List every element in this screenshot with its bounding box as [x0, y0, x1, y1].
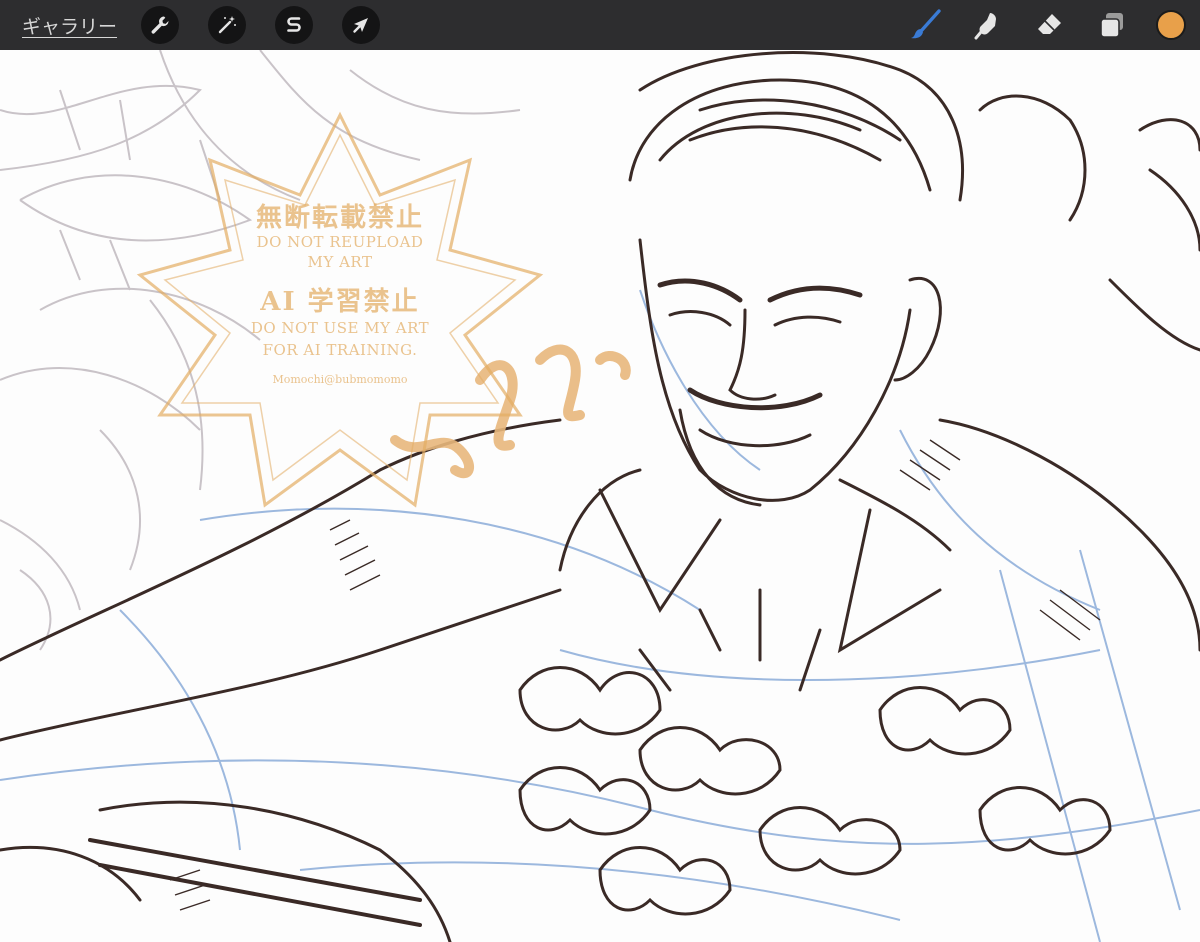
- selection-button[interactable]: [275, 6, 314, 44]
- wrench-icon: [151, 16, 169, 34]
- artwork-illustration: [0, 50, 1200, 942]
- top-toolbar: ギャラリー: [0, 0, 1200, 50]
- eraser-icon: [1038, 14, 1061, 34]
- adjustments-button[interactable]: [208, 6, 247, 44]
- layers-button[interactable]: [1092, 5, 1132, 45]
- orange-scribble: [390, 344, 631, 479]
- eraser-tool-button[interactable]: [1030, 5, 1070, 45]
- smudge-icon: [974, 13, 996, 40]
- brush-icon: [911, 9, 941, 39]
- smudge-tool-button[interactable]: [968, 5, 1008, 45]
- selection-s-icon: [287, 17, 301, 32]
- brush-tool-button[interactable]: [906, 5, 946, 45]
- arrow-cursor-icon: [353, 18, 369, 33]
- background-leaves: [0, 50, 521, 651]
- drawing-canvas[interactable]: 無断転載禁止 DO NOT REUPLOAD MY ART AI 学習禁止 DO…: [0, 50, 1200, 942]
- gallery-button[interactable]: ギャラリー: [22, 12, 117, 39]
- blue-sketch-lines: [0, 289, 1200, 942]
- layers-icon: [1100, 13, 1123, 38]
- actions-button[interactable]: [141, 6, 180, 44]
- magic-wand-icon: [218, 16, 237, 34]
- transform-button[interactable]: [342, 6, 381, 44]
- color-picker-button[interactable]: [1156, 10, 1186, 40]
